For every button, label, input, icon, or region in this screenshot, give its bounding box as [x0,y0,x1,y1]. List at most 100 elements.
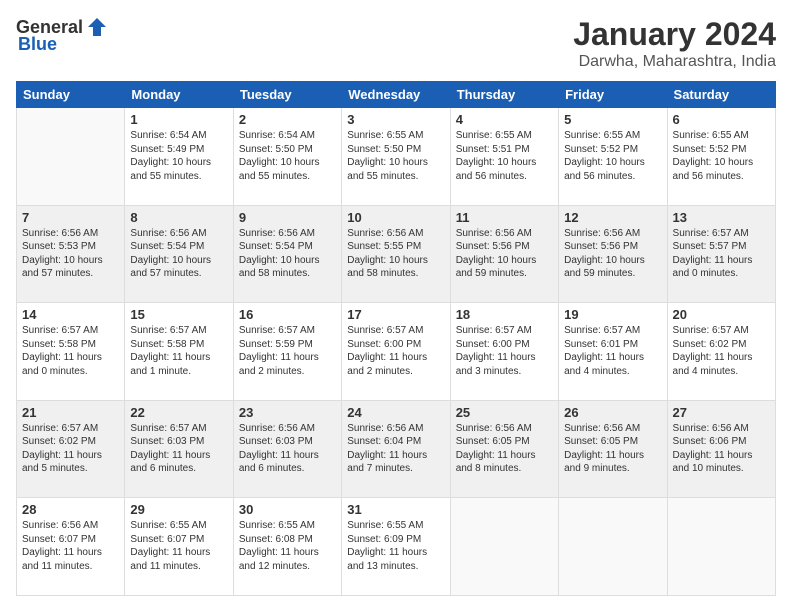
day-info: Sunrise: 6:57 AM Sunset: 6:00 PM Dayligh… [347,324,444,378]
calendar-cell: 23Sunrise: 6:56 AM Sunset: 6:03 PM Dayli… [233,400,341,498]
calendar-cell [559,498,667,596]
calendar-cell: 1 Sunrise: 6:54 AM Sunset: 5:49 PM Daylig… [125,108,233,206]
day-number: 17 [347,307,444,322]
calendar-cell: 27Sunrise: 6:56 AM Sunset: 6:06 PM Dayli… [667,400,775,498]
day-number: 11 [456,210,553,225]
calendar-cell: 10 Sunrise: 6:56 AM Sunset: 5:55 PM Dayli… [342,205,450,303]
calendar-cell: 24 Sunrise: 6:56 AM Sunset: 6:04 PM Dayli… [342,400,450,498]
calendar-cell: 7 Sunrise: 6:56 AM Sunset: 5:53 PM Daylig… [17,205,125,303]
calendar-cell: 2Sunrise: 6:54 AM Sunset: 5:50 PM Daylig… [233,108,341,206]
location: Darwha, Maharashtra, India [573,53,776,71]
day-number: 20 [673,307,770,322]
day-number: 1 [130,112,227,127]
logo: General Blue [16,16,109,55]
calendar-header-sunday: Sunday [17,82,125,108]
calendar-cell: 28Sunrise: 6:56 AM Sunset: 6:07 PM Dayli… [17,498,125,596]
header: General Blue January 2024 Darwha, Mahara… [16,16,776,71]
day-info: Sunrise: 6:55 AM Sunset: 5:51 PM Dayligh… [456,129,553,183]
day-number: 19 [564,307,661,322]
calendar-cell: 20 Sunrise: 6:57 AM Sunset: 6:02 PM Dayli… [667,303,775,401]
calendar-cell: 14Sunrise: 6:57 AM Sunset: 5:58 PM Dayli… [17,303,125,401]
day-info: Sunrise: 6:56 AM Sunset: 5:54 PM Dayligh… [130,227,227,281]
day-number: 25 [456,405,553,420]
calendar-cell: 3Sunrise: 6:55 AM Sunset: 5:50 PM Daylig… [342,108,450,206]
day-info: Sunrise: 6:55 AM Sunset: 5:52 PM Dayligh… [564,129,661,183]
day-number: 16 [239,307,336,322]
calendar-cell: 11Sunrise: 6:56 AM Sunset: 5:56 PM Dayli… [450,205,558,303]
day-number: 13 [673,210,770,225]
calendar-cell: 13Sunrise: 6:57 AM Sunset: 5:57 PM Dayli… [667,205,775,303]
calendar-cell: 31 Sunrise: 6:55 AM Sunset: 6:09 PM Dayli… [342,498,450,596]
day-number: 4 [456,112,553,127]
day-info: Sunrise: 6:56 AM Sunset: 5:53 PM Dayligh… [22,227,119,281]
day-info: Sunrise: 6:56 AM Sunset: 5:55 PM Dayligh… [347,227,444,281]
main-container: General Blue January 2024 Darwha, Mahara… [0,0,792,612]
calendar-cell: 19 Sunrise: 6:57 AM Sunset: 6:01 PM Dayli… [559,303,667,401]
day-number: 10 [347,210,444,225]
calendar-header-wednesday: Wednesday [342,82,450,108]
day-number: 31 [347,502,444,517]
calendar-cell: 12 Sunrise: 6:56 AM Sunset: 5:56 PM Dayli… [559,205,667,303]
calendar-header-monday: Monday [125,82,233,108]
calendar-week-2: 7 Sunrise: 6:56 AM Sunset: 5:53 PM Daylig… [17,205,776,303]
calendar-cell: 18Sunrise: 6:57 AM Sunset: 6:00 PM Dayli… [450,303,558,401]
calendar-cell [450,498,558,596]
calendar-cell: 22 Sunrise: 6:57 AM Sunset: 6:03 PM Dayli… [125,400,233,498]
calendar-table: SundayMondayTuesdayWednesdayThursdayFrid… [16,81,776,596]
day-info: Sunrise: 6:55 AM Sunset: 6:09 PM Dayligh… [347,519,444,573]
calendar-cell: 16 Sunrise: 6:57 AM Sunset: 5:59 PM Dayli… [233,303,341,401]
day-number: 6 [673,112,770,127]
day-info: Sunrise: 6:57 AM Sunset: 6:02 PM Dayligh… [673,324,770,378]
day-number: 24 [347,405,444,420]
day-number: 21 [22,405,119,420]
calendar-cell: 30 Sunrise: 6:55 AM Sunset: 6:08 PM Dayli… [233,498,341,596]
day-info: Sunrise: 6:57 AM Sunset: 5:59 PM Dayligh… [239,324,336,378]
logo-icon [86,16,108,38]
calendar-cell: 21 Sunrise: 6:57 AM Sunset: 6:02 PM Dayli… [17,400,125,498]
calendar-cell: 8Sunrise: 6:56 AM Sunset: 5:54 PM Daylig… [125,205,233,303]
day-number: 12 [564,210,661,225]
calendar-cell: 6Sunrise: 6:55 AM Sunset: 5:52 PM Daylig… [667,108,775,206]
day-info: Sunrise: 6:57 AM Sunset: 6:02 PM Dayligh… [22,422,119,476]
day-number: 18 [456,307,553,322]
day-info: Sunrise: 6:54 AM Sunset: 5:50 PM Dayligh… [239,129,336,183]
calendar-cell: 15 Sunrise: 6:57 AM Sunset: 5:58 PM Dayli… [125,303,233,401]
calendar-header-saturday: Saturday [667,82,775,108]
calendar-cell: 4 Sunrise: 6:55 AM Sunset: 5:51 PM Daylig… [450,108,558,206]
day-number: 5 [564,112,661,127]
calendar-cell [667,498,775,596]
day-info: Sunrise: 6:55 AM Sunset: 5:50 PM Dayligh… [347,129,444,183]
calendar-cell: 9Sunrise: 6:56 AM Sunset: 5:54 PM Daylig… [233,205,341,303]
day-number: 7 [22,210,119,225]
calendar-cell: 26Sunrise: 6:56 AM Sunset: 6:05 PM Dayli… [559,400,667,498]
calendar-cell: 25 Sunrise: 6:56 AM Sunset: 6:05 PM Dayli… [450,400,558,498]
day-number: 15 [130,307,227,322]
calendar-week-5: 28Sunrise: 6:56 AM Sunset: 6:07 PM Dayli… [17,498,776,596]
logo-blue: Blue [18,34,57,55]
day-info: Sunrise: 6:54 AM Sunset: 5:49 PM Dayligh… [130,129,227,183]
day-number: 14 [22,307,119,322]
day-number: 30 [239,502,336,517]
month-title: January 2024 [573,16,776,53]
day-number: 9 [239,210,336,225]
title-section: January 2024 Darwha, Maharashtra, India [573,16,776,71]
day-number: 22 [130,405,227,420]
day-info: Sunrise: 6:56 AM Sunset: 6:04 PM Dayligh… [347,422,444,476]
calendar-header-friday: Friday [559,82,667,108]
day-info: Sunrise: 6:56 AM Sunset: 6:05 PM Dayligh… [564,422,661,476]
calendar-header-thursday: Thursday [450,82,558,108]
day-info: Sunrise: 6:56 AM Sunset: 6:05 PM Dayligh… [456,422,553,476]
calendar-cell: 29 Sunrise: 6:55 AM Sunset: 6:07 PM Dayli… [125,498,233,596]
calendar-cell [17,108,125,206]
day-info: Sunrise: 6:57 AM Sunset: 5:58 PM Dayligh… [130,324,227,378]
day-number: 29 [130,502,227,517]
calendar-cell: 17 Sunrise: 6:57 AM Sunset: 6:00 PM Dayli… [342,303,450,401]
day-info: Sunrise: 6:55 AM Sunset: 6:07 PM Dayligh… [130,519,227,573]
calendar-week-4: 21 Sunrise: 6:57 AM Sunset: 6:02 PM Dayli… [17,400,776,498]
day-number: 28 [22,502,119,517]
day-info: Sunrise: 6:57 AM Sunset: 6:03 PM Dayligh… [130,422,227,476]
day-info: Sunrise: 6:57 AM Sunset: 6:01 PM Dayligh… [564,324,661,378]
day-info: Sunrise: 6:55 AM Sunset: 6:08 PM Dayligh… [239,519,336,573]
day-info: Sunrise: 6:56 AM Sunset: 5:56 PM Dayligh… [564,227,661,281]
calendar-header-tuesday: Tuesday [233,82,341,108]
